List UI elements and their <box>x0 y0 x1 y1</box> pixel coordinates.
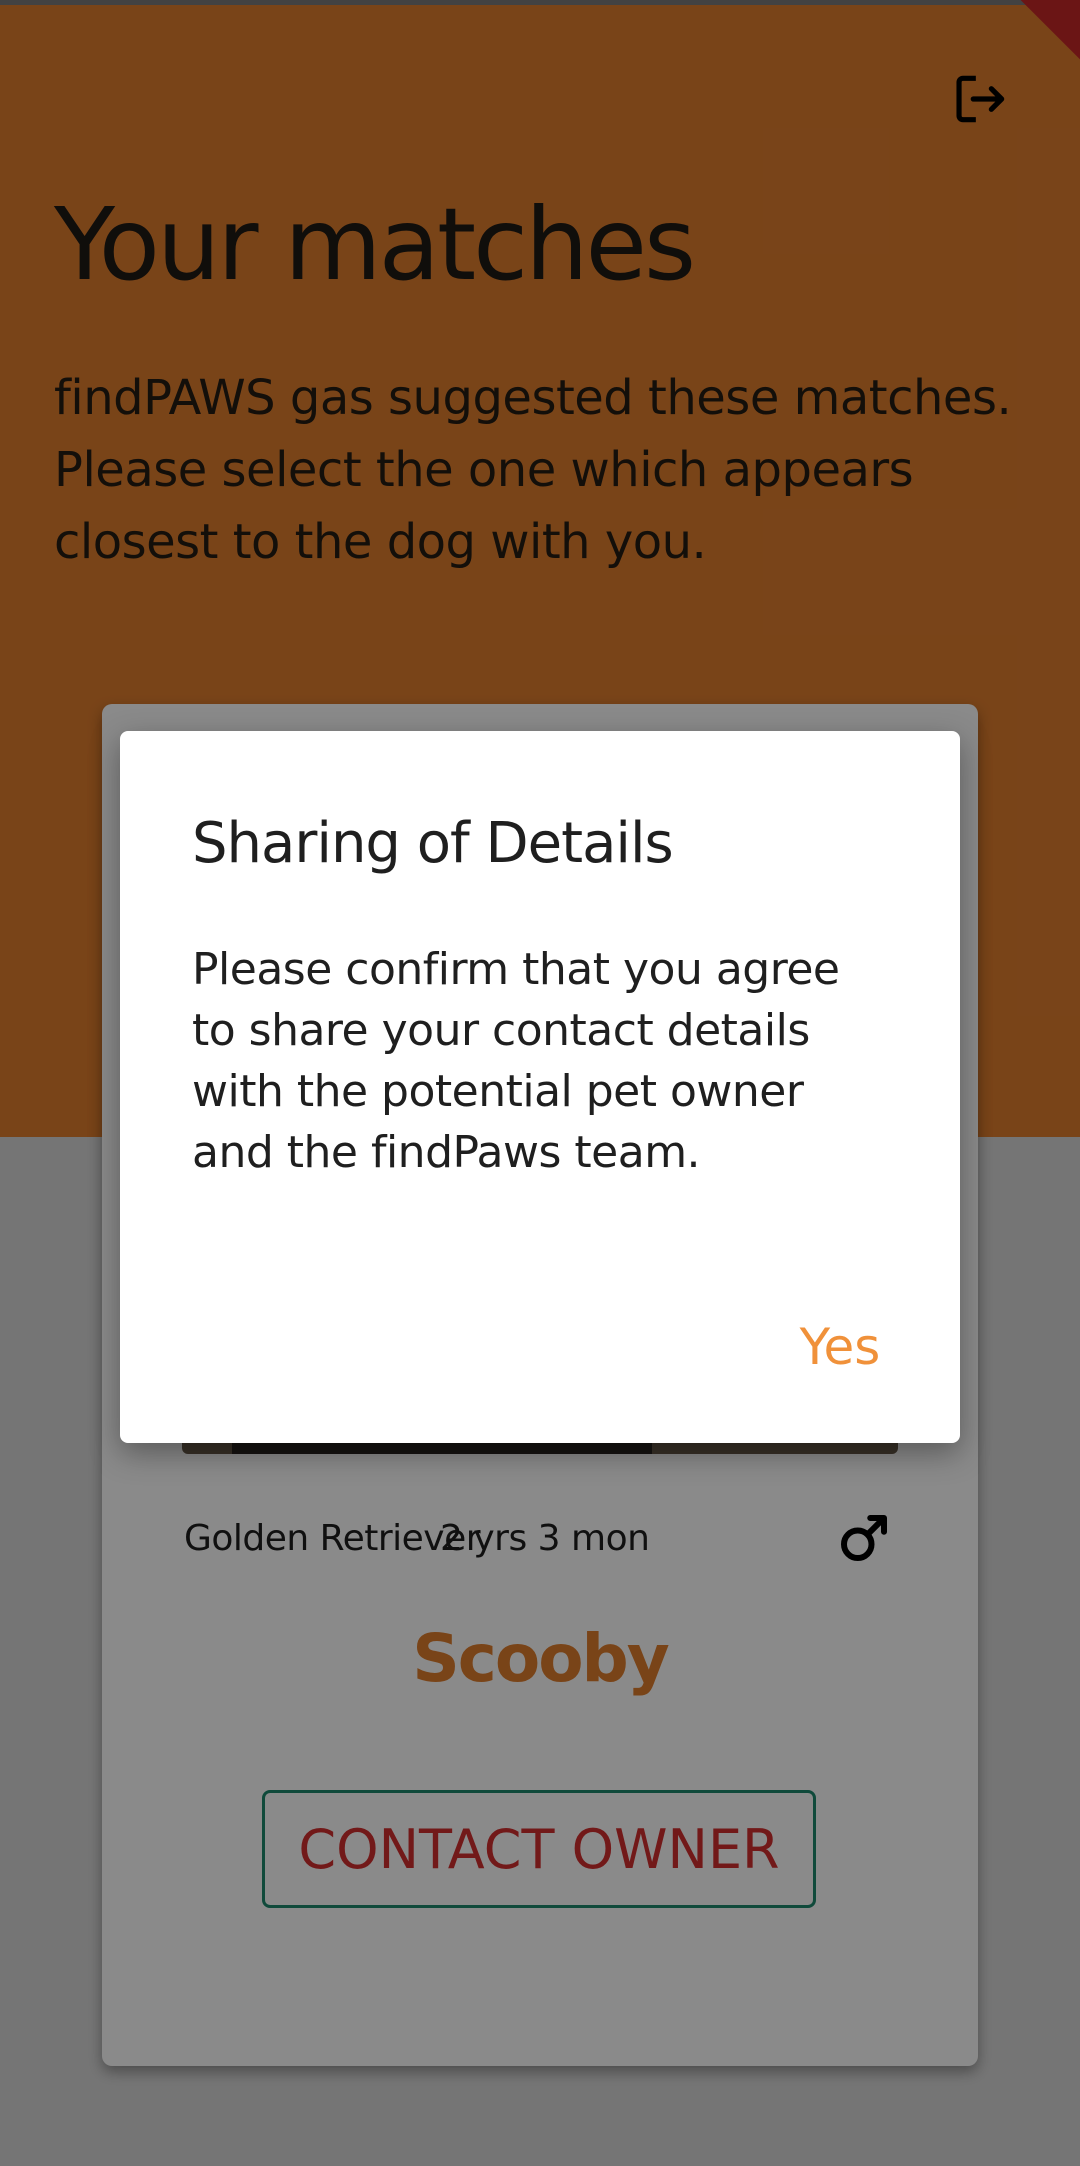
matches-screen: Your matches findPAWS gas suggested thes… <box>0 0 1080 2166</box>
sharing-details-dialog: Sharing of Details Please confirm that y… <box>120 731 960 1443</box>
dialog-title: Sharing of Details <box>192 811 674 876</box>
dialog-message: Please confirm that you agree to share y… <box>192 944 840 1178</box>
yes-button[interactable]: Yes <box>770 1307 910 1387</box>
